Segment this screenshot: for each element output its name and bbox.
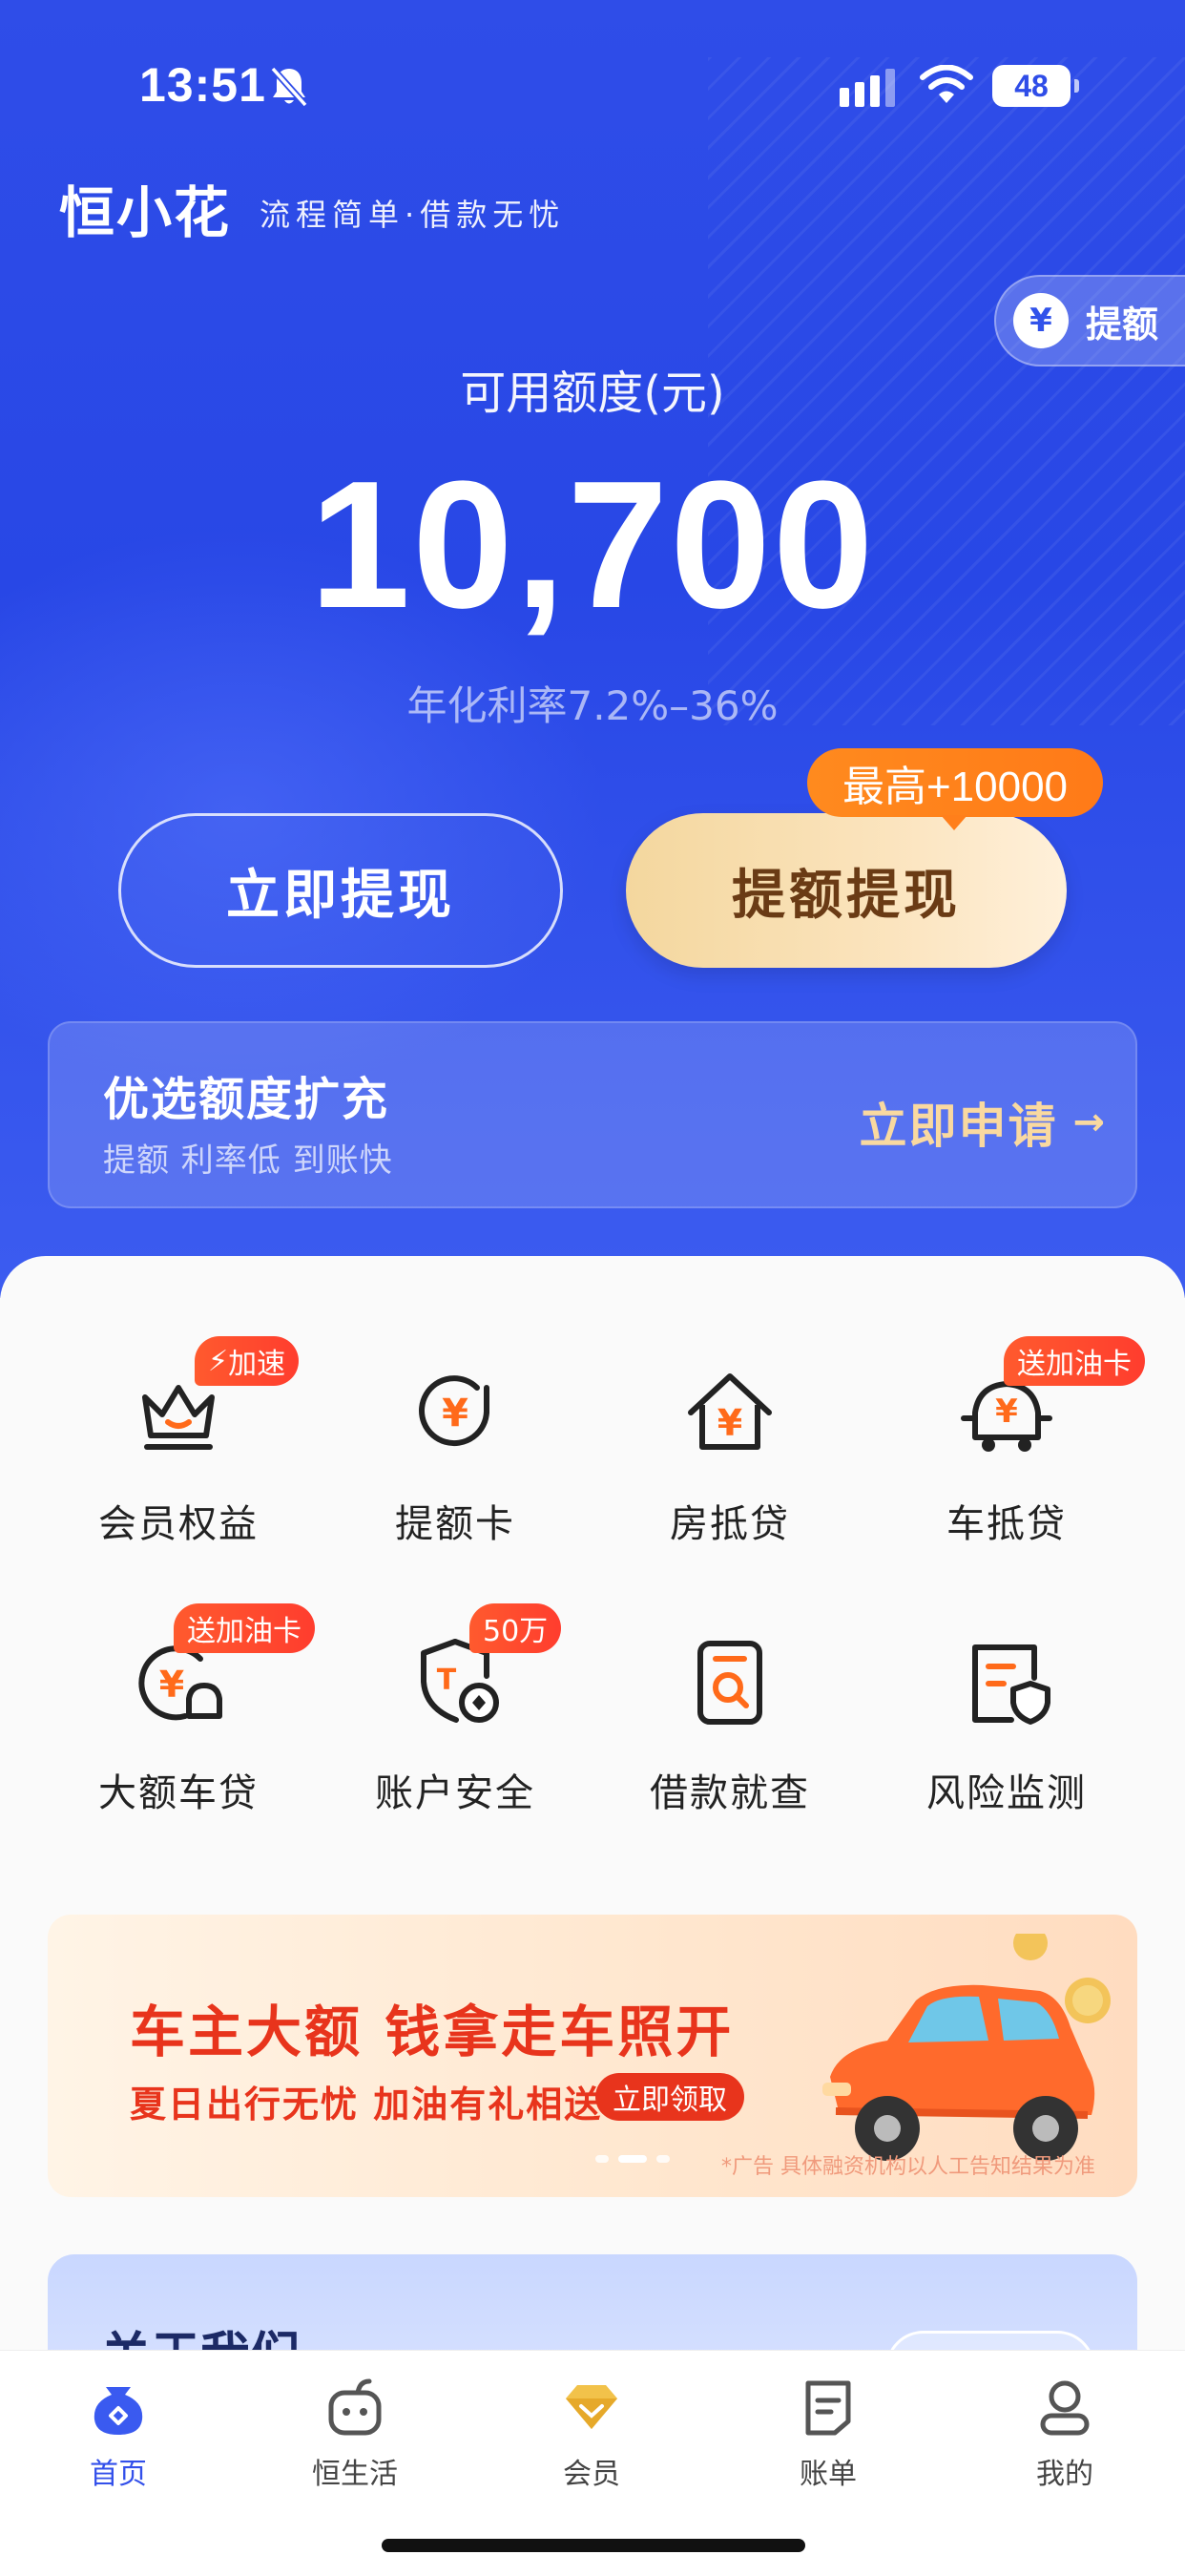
quota-expansion-card[interactable]: 优选额度扩充 提额 利率低 到账快 立即申请 → [48,1021,1137,1208]
brand-slogan: 流程简单·借款无忧 [260,197,566,233]
diamond-icon [566,2385,617,2429]
service-label: 借款就查 [650,1771,810,1815]
service-label: 房抵贷 [670,1502,790,1546]
svg-text:¥: ¥ [159,1664,184,1706]
svg-text:¥: ¥ [717,1402,742,1444]
tab-label: 首页 [90,2458,147,2491]
signal-icon [840,69,895,107]
tab-label: 账单 [800,2458,857,2491]
apply-now-link[interactable]: 立即申请 → [859,1088,1107,1157]
service-label: 会员权益 [98,1502,259,1546]
tab-label: 恒生活 [312,2458,398,2491]
max-increase-tag: 最高+10000 [807,748,1103,830]
service-label: 风险监测 [926,1771,1087,1815]
claim-now-button[interactable]: 立即领取 [595,2073,744,2121]
carousel-indicator [595,2155,670,2163]
service-account-security[interactable]: T 账户安全 [317,1628,593,1817]
tab-label: 我的 [1036,2458,1093,2491]
service-risk-monitoring[interactable]: 风险监测 [868,1628,1145,1817]
service-member-benefits[interactable]: 会员权益 [40,1359,317,1548]
bell-off-icon [270,66,308,108]
home-icon [94,2387,143,2435]
withdraw-now-button[interactable]: 立即提现 [118,813,563,968]
status-bar: 13:51 48 [0,0,1185,172]
yen-icon: ¥ [1013,293,1069,348]
service-car-mortgage[interactable]: ¥ 车抵贷 [868,1359,1145,1548]
carousel-dot [656,2155,670,2163]
svg-text:¥: ¥ [995,1393,1018,1431]
tab-label: 会员 [563,2458,620,2491]
quota-amount: 10,700 [309,444,876,646]
arrow-right-icon: → [1072,1100,1107,1144]
tab-member[interactable]: 会员 [496,2374,687,2492]
banner-title: 车主大额 钱拿走车照开 [130,2000,735,2064]
raise-quota-button[interactable]: ¥ 提额 [994,275,1185,367]
status-time: 13:51 [139,58,266,112]
battery-indicator: 48 [992,65,1079,107]
promo-title: 优选额度扩充 [103,1073,390,1126]
service-label: 大额车贷 [98,1771,259,1815]
banner-subtitle: 夏日出行无忧 加油有礼相送 [130,2084,603,2126]
wifi-icon [920,65,973,103]
lightning-icon: ⚡ [208,1344,229,1378]
hero-section: 13:51 48 恒小花 流程简单·借款无忧 ¥ 提额 可用额度(元) 10,7… [0,0,1185,1298]
life-icon [328,2378,382,2436]
carousel-dot-active [618,2155,647,2163]
carousel-dot [595,2155,609,2163]
speed-badge: ⚡ 加速 [195,1336,300,1386]
tab-home[interactable]: 首页 [23,2374,214,2492]
car-owner-loan-banner[interactable]: 车主大额 钱拿走车照开 夏日出行无忧 加油有礼相送 立即领取 *广告 具体融资机… [48,1915,1137,2197]
service-quota-card[interactable]: ¥ 提额卡 [317,1359,593,1548]
svg-text:¥: ¥ [442,1392,468,1435]
service-loan-check[interactable]: 借款就查 [592,1628,868,1817]
service-label: 账户安全 [375,1771,535,1815]
home-indicator[interactable] [382,2539,805,2552]
bill-icon [805,2380,851,2436]
profile-icon [1040,2380,1090,2436]
document-search-icon [697,1641,762,1725]
gas-card-badge: 送加油卡 [174,1603,315,1653]
ad-disclaimer: *广告 具体融资机构以人工告知结果为准 [721,2155,1095,2179]
document-shield-icon [972,1644,1050,1725]
service-house-mortgage[interactable]: ¥ 房抵贷 [592,1359,868,1548]
service-large-car-loan[interactable]: ¥ 大额车贷 [40,1628,317,1817]
service-label: 车抵贷 [946,1502,1067,1546]
yen-refresh-icon: ¥ [419,1375,489,1447]
quota-label: 可用额度(元) [460,367,725,420]
tab-profile[interactable]: 我的 [969,2374,1160,2492]
interest-rate-text: 年化利率7.2%–36% [406,682,779,729]
raise-and-withdraw-button[interactable]: 提额提现 [626,813,1067,968]
apply-now-label: 立即申请 [859,1099,1058,1154]
tab-bill[interactable]: 账单 [733,2374,924,2492]
brand-logo: 恒小花 [59,182,232,244]
svg-text:T: T [437,1664,457,1697]
gas-card-badge: 送加油卡 [1004,1336,1145,1386]
tab-life[interactable]: 恒生活 [260,2374,450,2492]
service-label: 提额卡 [395,1502,515,1546]
brand-header: 恒小花 流程简单·借款无忧 [59,168,565,248]
raise-quota-label: 提额 [1086,303,1159,346]
amount-badge: 50万 [469,1603,562,1653]
promo-subtitle: 提额 利率低 到账快 [103,1141,393,1180]
house-yen-icon: ¥ [688,1373,772,1450]
